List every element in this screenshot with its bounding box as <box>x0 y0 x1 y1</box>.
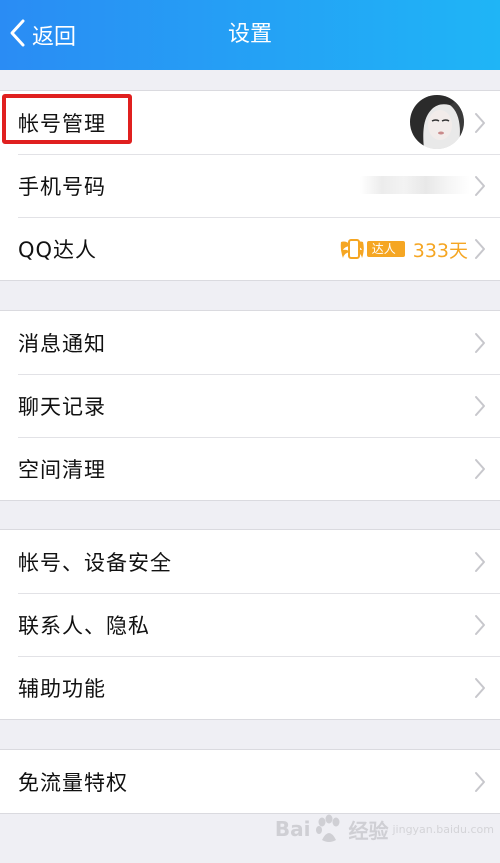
row-contacts-privacy[interactable]: 联系人、隐私 <box>0 593 500 656</box>
chevron-right-icon <box>474 771 486 793</box>
row-message-notification[interactable]: 消息通知 <box>0 311 500 374</box>
row-account-device-security[interactable]: 帐号、设备安全 <box>0 530 500 593</box>
row-label: 手机号码 <box>18 174 106 199</box>
row-label: 消息通知 <box>18 331 106 356</box>
settings-group-messages: 消息通知 聊天记录 空间清理 <box>0 310 500 501</box>
row-label: 辅助功能 <box>18 676 106 701</box>
row-free-data-privilege[interactable]: 免流量特权 <box>0 750 500 813</box>
row-account-management[interactable]: 帐号管理 <box>0 91 500 154</box>
phone-number-value-blurred <box>360 176 470 194</box>
row-label: 空间清理 <box>18 457 106 482</box>
chevron-right-icon <box>474 551 486 573</box>
row-label: QQ达人 <box>18 237 98 262</box>
watermark-url: jingyan.baidu.com <box>392 822 494 836</box>
settings-group-data: 免流量特权 <box>0 749 500 814</box>
settings-group-security: 帐号、设备安全 联系人、隐私 辅助功能 <box>0 529 500 720</box>
row-accessibility[interactable]: 辅助功能 <box>0 656 500 719</box>
chevron-right-icon <box>474 677 486 699</box>
settings-group-account: 帐号管理 手机号码 QQ达人 达人 333天 <box>0 90 500 281</box>
qq-daren-badge-icon: 达人 <box>339 236 407 262</box>
baidu-paw-icon <box>312 812 346 846</box>
watermark-brand: Bai <box>274 817 311 841</box>
chevron-right-icon <box>474 614 486 636</box>
row-label: 帐号管理 <box>18 111 106 136</box>
qq-daren-badge: 达人 333天 <box>339 235 468 263</box>
daren-days: 333天 <box>412 239 468 262</box>
chevron-right-icon <box>474 175 486 197</box>
chevron-right-icon <box>474 395 486 417</box>
row-phone-number[interactable]: 手机号码 <box>0 154 500 217</box>
chevron-right-icon <box>474 458 486 480</box>
row-label: 聊天记录 <box>18 394 106 419</box>
chevron-right-icon <box>474 112 486 134</box>
watermark-brand-suffix: 经验 <box>348 818 389 843</box>
baidu-jingyan-watermark: Bai 经验 jingyan.baidu.com <box>275 809 494 849</box>
chevron-right-icon <box>474 238 486 260</box>
row-label: 联系人、隐私 <box>18 613 150 638</box>
chevron-right-icon <box>474 332 486 354</box>
row-storage-cleanup[interactable]: 空间清理 <box>0 437 500 500</box>
row-label: 帐号、设备安全 <box>18 550 172 575</box>
navigation-bar: 返回 设置 <box>0 0 500 70</box>
row-qq-daren[interactable]: QQ达人 达人 333天 <box>0 217 500 280</box>
badge-label: 达人 <box>371 242 396 256</box>
avatar <box>410 95 464 149</box>
row-label: 免流量特权 <box>18 770 128 795</box>
page-title: 设置 <box>227 22 272 47</box>
row-chat-history[interactable]: 聊天记录 <box>0 374 500 437</box>
